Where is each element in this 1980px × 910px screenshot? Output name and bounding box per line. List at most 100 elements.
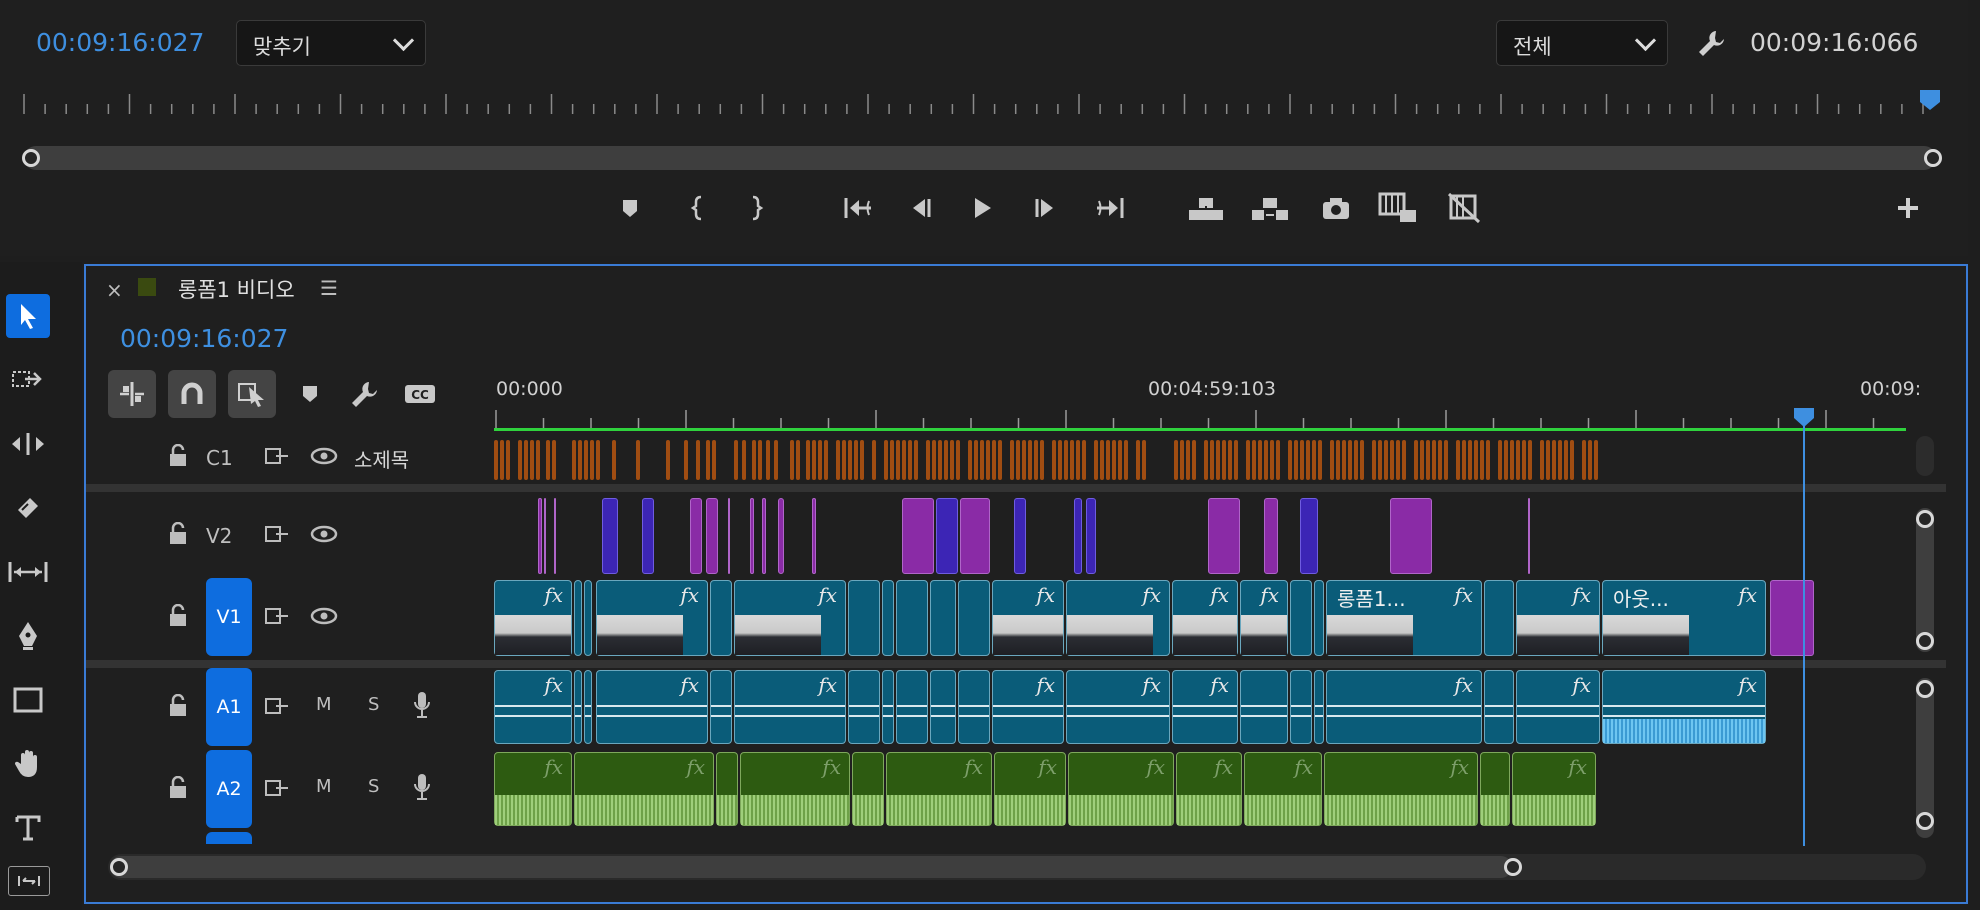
caption-clip[interactable]	[956, 440, 960, 480]
caption-clip[interactable]	[584, 440, 588, 480]
caption-clip[interactable]	[1204, 440, 1208, 480]
caption-clip[interactable]	[1010, 440, 1014, 480]
caption-clip[interactable]	[1516, 440, 1520, 480]
track-select-tool[interactable]	[6, 358, 50, 402]
caption-track-scroll[interactable]	[1916, 436, 1934, 476]
graphics-clip[interactable]	[1208, 498, 1240, 574]
caption-clip[interactable]	[1498, 440, 1502, 480]
caption-clip[interactable]	[1094, 440, 1098, 480]
audio-clip[interactable]	[852, 752, 884, 826]
video-clip[interactable]	[1314, 580, 1324, 656]
audio-clip[interactable]: fx	[1068, 752, 1174, 826]
step-forward-button[interactable]	[1026, 188, 1066, 228]
caption-clip[interactable]	[1456, 440, 1460, 480]
caption-clip[interactable]	[1112, 440, 1116, 480]
caption-clip[interactable]	[1468, 440, 1472, 480]
graphics-clip[interactable]	[706, 498, 718, 574]
video-scroll-top-handle[interactable]	[1916, 510, 1934, 528]
caption-clip[interactable]	[742, 440, 746, 480]
caption-clip[interactable]	[980, 440, 984, 480]
video-scroll-bottom-handle[interactable]	[1916, 632, 1934, 650]
zoom-scrollbar-left-handle[interactable]	[22, 149, 40, 167]
caption-clip[interactable]	[1360, 440, 1364, 480]
add-marker-button[interactable]	[610, 188, 650, 228]
caption-clip[interactable]	[1028, 440, 1032, 480]
audio-clip[interactable]: fx	[1244, 752, 1322, 826]
audio-clip[interactable]: fx	[1176, 752, 1242, 826]
caption-clip[interactable]	[1330, 440, 1334, 480]
caption-clip[interactable]	[1022, 440, 1026, 480]
caption-clip[interactable]	[1402, 440, 1406, 480]
caption-clip[interactable]	[500, 440, 504, 480]
caption-clip[interactable]	[1180, 440, 1184, 480]
caption-clip[interactable]	[1540, 440, 1544, 480]
caption-clip[interactable]	[1438, 440, 1442, 480]
caption-clip[interactable]	[546, 440, 550, 480]
caption-clip[interactable]	[1118, 440, 1122, 480]
video-tracks-vertical-scrollbar[interactable]	[1916, 508, 1934, 652]
mark-out-button[interactable]	[736, 188, 776, 228]
audio-clip[interactable]: fx	[1326, 670, 1482, 744]
caption-clip[interactable]	[1276, 440, 1280, 480]
audio-clip[interactable]: fx	[596, 670, 708, 744]
graphics-clip[interactable]	[690, 498, 702, 574]
caption-clip[interactable]	[902, 440, 906, 480]
graphics-clip[interactable]	[750, 498, 754, 574]
caption-clip[interactable]	[1016, 440, 1020, 480]
caption-clip[interactable]	[1588, 440, 1592, 480]
video-track-v2[interactable]	[494, 496, 1906, 576]
audio-clip[interactable]: fx	[1516, 670, 1600, 744]
caption-clip[interactable]	[1384, 440, 1388, 480]
caption-clip[interactable]	[1420, 440, 1424, 480]
caption-clip[interactable]	[1552, 440, 1556, 480]
audio-clip[interactable]	[848, 670, 880, 744]
video-clip[interactable]	[958, 580, 990, 656]
video-clip[interactable]: fx	[596, 580, 708, 656]
playhead-timecode[interactable]: 00:09:16:027	[36, 28, 204, 57]
audio-clip[interactable]	[1290, 670, 1312, 744]
audio-clip[interactable]: fx	[740, 752, 850, 826]
wrench-icon[interactable]	[1696, 28, 1726, 58]
caption-clip[interactable]	[824, 440, 828, 480]
graphics-clip[interactable]	[1086, 498, 1096, 574]
audio-clip[interactable]: fx	[1324, 752, 1478, 826]
caption-clip[interactable]	[1390, 440, 1394, 480]
caption-clip[interactable]	[1034, 440, 1038, 480]
add-button[interactable]	[1888, 188, 1928, 228]
track-target-v1[interactable]: V1	[206, 578, 252, 656]
caption-clip[interactable]	[1336, 440, 1340, 480]
caption-clip[interactable]	[914, 440, 918, 480]
caption-clip[interactable]	[1234, 440, 1238, 480]
audio-clip[interactable]	[574, 670, 582, 744]
audio-clip[interactable]	[930, 670, 956, 744]
audio-clip[interactable]	[716, 752, 738, 826]
audio-clip[interactable]: fx	[734, 670, 846, 744]
eye-icon[interactable]	[310, 524, 338, 544]
caption-clip[interactable]	[734, 440, 738, 480]
caption-clip[interactable]	[790, 440, 794, 480]
nest-sequences-toggle[interactable]	[108, 370, 156, 418]
track-target-a3-partial[interactable]	[206, 832, 252, 844]
lock-icon[interactable]	[168, 694, 188, 718]
track-content-area[interactable]: fx fx fx fx fx fx fx fx 롱폼1... fx fx 아웃... fx fx fx fx…	[494, 432, 1906, 844]
caption-clip[interactable]	[1070, 440, 1074, 480]
graphics-clip[interactable]	[642, 498, 654, 574]
step-back-button[interactable]	[900, 188, 940, 228]
caption-clip[interactable]	[1124, 440, 1128, 480]
graphics-clip[interactable]	[1074, 498, 1082, 574]
monitor-playhead-marker[interactable]	[1918, 88, 1942, 112]
caption-clip[interactable]	[944, 440, 948, 480]
caption-clip[interactable]	[578, 440, 582, 480]
caption-clip[interactable]	[636, 440, 640, 480]
audio-clip[interactable]: fx	[1172, 670, 1238, 744]
video-clip[interactable]: fx	[992, 580, 1064, 656]
work-area-bar[interactable]	[494, 428, 1906, 431]
caption-clip[interactable]	[1294, 440, 1298, 480]
caption-clip[interactable]	[518, 440, 522, 480]
caption-clip[interactable]	[1546, 440, 1550, 480]
caption-clip[interactable]	[1522, 440, 1526, 480]
sync-lock-icon[interactable]	[264, 606, 290, 626]
caption-clip[interactable]	[872, 440, 876, 480]
audio-track-a2[interactable]: fx fx fx fx fx fx fx fx fx fx	[494, 750, 1906, 830]
timeline-playhead-timecode[interactable]: 00:09:16:027	[120, 324, 288, 353]
